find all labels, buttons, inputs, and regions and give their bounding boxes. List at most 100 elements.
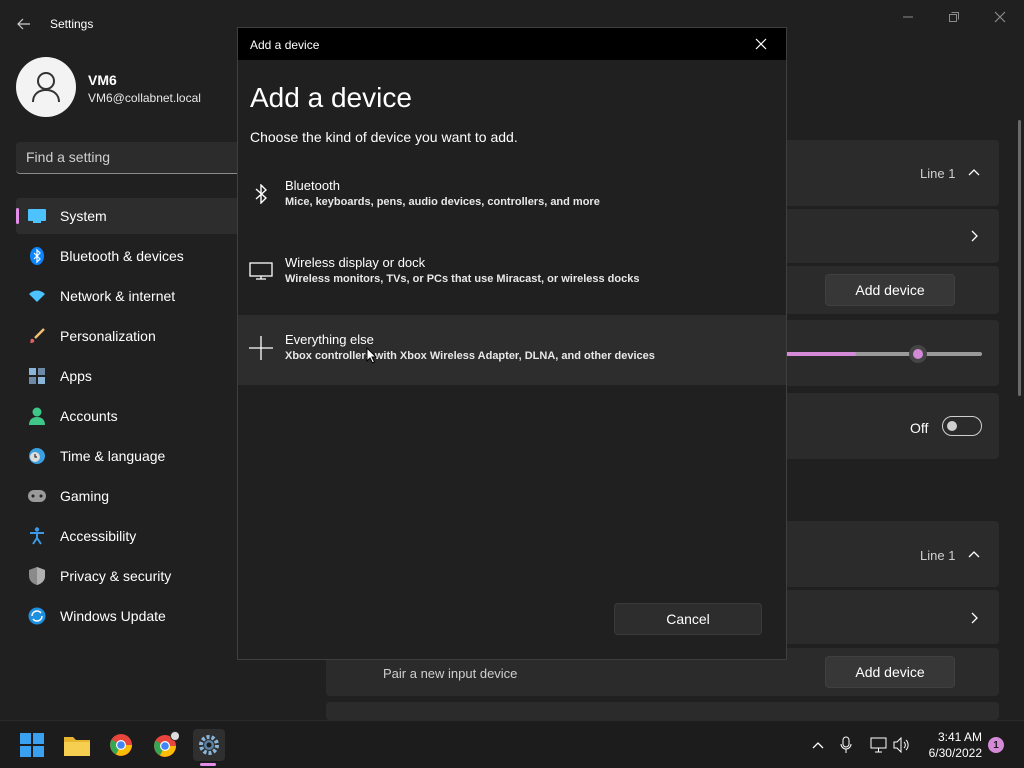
sidebar-item-accounts[interactable]: Accounts [16,398,256,434]
plus-icon [246,333,276,363]
sidebar-item-bluetooth[interactable]: Bluetooth & devices [16,238,256,274]
restore-icon [949,12,959,22]
active-app-indicator [200,763,216,766]
sidebar-item-label: Accounts [60,408,118,424]
user-email: VM6@collabnet.local [88,91,201,105]
sidebar-item-label: Windows Update [60,608,166,624]
dialog-window-title: Add a device [250,38,320,52]
close-icon [755,38,767,50]
chevron-up-icon[interactable] [968,168,980,176]
minimize-icon [903,16,913,18]
search-input[interactable]: Find a setting [16,142,256,174]
sidebar-nav: System Bluetooth & devices Network & int… [16,198,256,638]
add-device-button[interactable]: Add device [825,274,955,306]
maximize-button[interactable] [932,6,976,28]
chevron-right-icon[interactable] [971,612,979,624]
sidebar-item-gaming[interactable]: Gaming [16,478,256,514]
show-hidden-icons-button[interactable] [808,735,828,755]
chrome-profile-button[interactable] [149,729,181,761]
clock[interactable]: 3:41 AM 6/30/2022 [914,729,982,761]
bluetooth-icon [28,247,46,265]
update-icon [28,607,46,625]
microphone-button[interactable] [836,735,856,755]
scrollbar-thumb[interactable] [1018,120,1021,396]
option-title: Everything else [285,332,374,347]
option-bluetooth[interactable]: Bluetooth Mice, keyboards, pens, audio d… [238,161,786,231]
sidebar-item-apps[interactable]: Apps [16,358,256,394]
dialog-heading: Add a device [250,82,412,113]
sidebar-item-label: Personalization [60,328,156,344]
cancel-button[interactable]: Cancel [614,603,762,635]
close-window-button[interactable] [978,6,1022,28]
add-device-button[interactable]: Add device [825,656,955,688]
mouse-cursor-icon [366,347,377,364]
chrome-profile-icon [154,731,179,757]
sidebar-item-personalization[interactable]: Personalization [16,318,256,354]
slider-thumb[interactable] [909,345,927,363]
line-label: Line 1 [920,548,956,563]
sidebar-item-windows-update[interactable]: Windows Update [16,598,256,634]
option-description: Xbox controllers with Xbox Wireless Adap… [285,350,655,362]
network-button[interactable] [868,735,888,755]
sidebar-item-privacy[interactable]: Privacy & security [16,558,256,594]
settings-taskbar-button[interactable] [193,729,225,761]
dialog-close-button[interactable] [746,33,776,55]
line-label: Line 1 [920,166,956,181]
option-title: Bluetooth [285,178,340,193]
avatar[interactable] [16,57,76,117]
sidebar-item-label: Privacy & security [60,568,172,584]
sidebar-item-network[interactable]: Network & internet [16,278,256,314]
sidebar-item-label: Bluetooth & devices [60,248,184,264]
chevron-up-icon[interactable] [968,550,980,558]
sidebar-item-accessibility[interactable]: Accessibility [16,518,256,554]
file-explorer-button[interactable] [61,729,93,761]
chevron-up-icon [812,742,824,749]
sidebar-item-label: Apps [60,368,92,384]
chrome-icon [110,734,132,756]
monitor-icon [28,207,46,225]
option-wireless-display[interactable]: Wireless display or dock Wireless monito… [238,238,786,308]
clock-time: 3:41 AM [937,730,982,744]
apps-icon [28,367,46,385]
chevron-right-icon[interactable] [971,230,979,242]
taskbar: 3:41 AM 6/30/2022 1 [0,720,1024,768]
sidebar-item-label: Accessibility [60,528,137,544]
option-description: Mice, keyboards, pens, audio devices, co… [285,196,600,208]
globe-clock-icon [28,447,46,465]
app-title: Settings [50,17,94,31]
shield-icon [28,567,46,585]
settings-icon [199,735,219,755]
dialog-subtitle: Choose the kind of device you want to ad… [250,129,518,145]
minimize-button[interactable] [886,6,930,28]
pair-device-text: Pair a new input device [383,666,518,681]
settings-card [326,702,999,720]
sidebar-item-system[interactable]: System [16,198,256,234]
back-button[interactable] [10,12,38,36]
toggle-switch[interactable] [942,416,982,436]
option-everything-else[interactable]: Everything else Xbox controllers with Xb… [238,315,786,385]
option-description: Wireless monitors, TVs, or PCs that use … [285,273,640,285]
bluetooth-icon [246,179,276,209]
start-button[interactable] [16,729,48,761]
accessibility-icon [28,527,46,545]
volume-icon [893,737,909,753]
toggle-state-label: Off [910,420,929,436]
volume-button[interactable] [892,735,912,755]
slider-fill [786,352,856,356]
microphone-icon [840,736,852,753]
arrow-left-icon [17,18,30,30]
controller-icon [28,487,46,505]
sidebar-item-time-language[interactable]: Time & language [16,438,256,474]
brush-icon [28,327,46,345]
user-name: VM6 [88,72,117,88]
close-icon [994,11,1006,23]
monitor-icon [246,256,276,286]
clock-date: 6/30/2022 [928,746,982,760]
chrome-button[interactable] [105,729,137,761]
network-icon [870,737,887,753]
dialog-title-bar: Add a device [238,28,786,60]
wifi-icon [28,287,46,305]
file-explorer-icon [64,737,90,756]
notification-badge[interactable]: 1 [988,737,1004,753]
option-title: Wireless display or dock [285,255,426,270]
